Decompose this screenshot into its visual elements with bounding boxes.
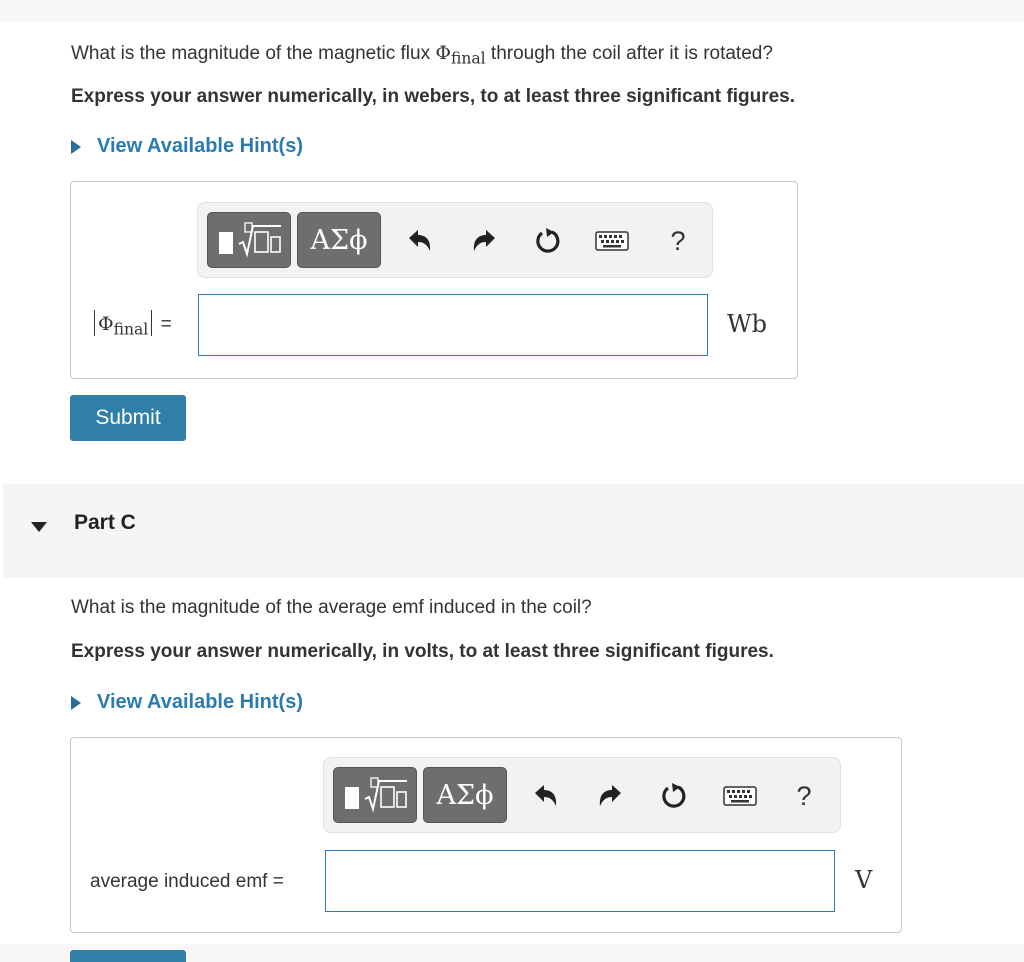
templates-icon <box>219 222 281 258</box>
reset-button[interactable] <box>530 223 566 259</box>
partb-math-toolbar: ΑΣϕ ? <box>197 202 713 278</box>
partc-answer-label: average induced emf = <box>90 871 284 892</box>
partc-submit-button-partial[interactable] <box>70 950 186 962</box>
partc-hint-toggle[interactable]: View Available Hint(s) <box>71 691 303 714</box>
partc-header[interactable]: Part C <box>3 484 1024 578</box>
partb-question: What is the magnitude of the magnetic fl… <box>71 42 773 67</box>
answer-flux-symbol: Φ <box>98 313 114 335</box>
collapse-caret-icon <box>31 522 47 532</box>
flux-symbol: Φ <box>435 42 451 64</box>
redo-button[interactable] <box>592 778 628 814</box>
partb-answer-input[interactable] <box>198 294 708 356</box>
undo-button[interactable] <box>402 223 438 259</box>
expand-triangle-icon <box>71 139 81 154</box>
reset-button[interactable] <box>656 778 692 814</box>
abs-bar-left <box>94 310 95 336</box>
reset-icon <box>662 783 686 808</box>
keyboard-button[interactable] <box>720 778 760 814</box>
redo-icon <box>599 785 621 806</box>
partb-answer-box: ΑΣϕ ? Φfinal = Wb <box>70 181 798 379</box>
partb-hint-label: View Available Hint(s) <box>97 135 303 157</box>
answer-flux-subscript: final <box>113 320 149 339</box>
partb-answer-label: Φfinal = <box>91 310 172 338</box>
partc-answer-box: ΑΣϕ ? average induced emf = V <box>70 737 902 933</box>
top-band <box>0 0 1024 22</box>
templates-button[interactable] <box>207 212 291 268</box>
partc-math-toolbar: ΑΣϕ ? <box>323 757 841 833</box>
partc-instruction: Express your answer numerically, in volt… <box>71 641 774 662</box>
partc-unit: V <box>855 866 873 894</box>
undo-icon <box>409 230 431 251</box>
flux-subscript: final <box>450 49 486 68</box>
symbols-button[interactable]: ΑΣϕ <box>423 767 507 823</box>
keyboard-button[interactable] <box>592 223 632 259</box>
symbols-button[interactable]: ΑΣϕ <box>297 212 381 268</box>
reset-icon <box>536 228 560 253</box>
partb-question-text-2: through the coil after it is rotated? <box>485 43 773 64</box>
partc-hint-label: View Available Hint(s) <box>97 691 303 713</box>
undo-icon <box>535 785 557 806</box>
partb-question-text-1: What is the magnitude of the magnetic fl… <box>71 43 436 64</box>
equals-sign: = <box>160 314 172 335</box>
partb-hint-toggle[interactable]: View Available Hint(s) <box>71 135 303 158</box>
templates-icon <box>345 777 407 813</box>
redo-button[interactable] <box>466 223 502 259</box>
partb-instruction: Express your answer numerically, in webe… <box>71 86 796 107</box>
help-button[interactable]: ? <box>660 223 696 259</box>
abs-bar-right <box>151 310 153 336</box>
partc-answer-input[interactable] <box>325 850 835 912</box>
partc-question: What is the magnitude of the average emf… <box>71 597 592 618</box>
expand-triangle-icon <box>71 695 81 710</box>
partc-title: Part C <box>74 511 136 534</box>
undo-button[interactable] <box>528 778 564 814</box>
partb-question-symbol: Φfinal <box>435 42 486 68</box>
keyboard-icon <box>723 786 757 806</box>
redo-icon <box>473 230 495 251</box>
partb-unit: Wb <box>727 310 768 338</box>
submit-button[interactable]: Submit <box>70 395 186 441</box>
templates-button[interactable] <box>333 767 417 823</box>
help-button[interactable]: ? <box>786 778 822 814</box>
keyboard-icon <box>595 231 629 251</box>
